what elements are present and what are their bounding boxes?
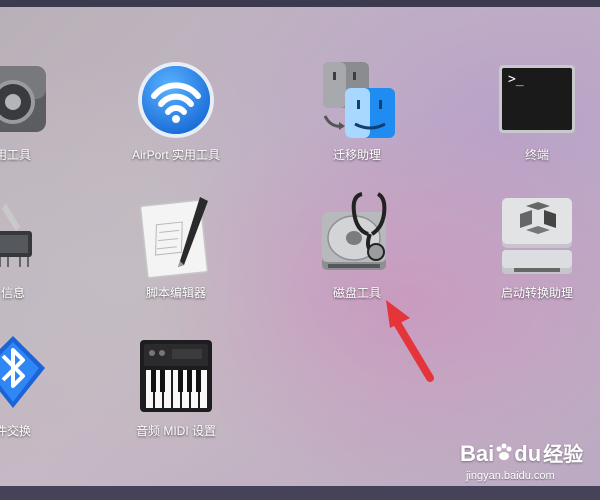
- app-script-editor[interactable]: 脚本编辑器: [111, 195, 241, 305]
- app-terminal[interactable]: >_ 终端: [472, 60, 600, 170]
- app-boot-camp-assistant[interactable]: 启动转换助理: [472, 190, 600, 300]
- red-arrow-icon: [380, 296, 440, 386]
- audio-midi-setup-icon: [138, 338, 214, 419]
- app-airport-utility[interactable]: AirPort 实用工具: [111, 60, 241, 170]
- app-disk-utility[interactable]: 磁盘工具: [292, 190, 422, 300]
- terminal-prompt-text: >_: [508, 72, 524, 87]
- utility-tool-icon: [0, 62, 50, 141]
- bluetooth-file-exchange-icon: [0, 332, 53, 417]
- app-label: 件交换: [0, 424, 31, 438]
- watermark-brand: Bai: [460, 441, 495, 466]
- watermark-url: jingyan.baidu.com: [466, 470, 555, 482]
- app-label: 音频 MIDI 设置: [136, 424, 216, 438]
- disk-utility-icon: [312, 190, 402, 285]
- app-system-information[interactable]: 信息: [0, 195, 78, 305]
- app-migration-assistant[interactable]: 迁移助理: [292, 60, 422, 170]
- app-bluetooth-file-exchange[interactable]: 件交换: [0, 332, 78, 442]
- watermark-brand-suffix: du: [514, 441, 542, 466]
- system-information-icon: [0, 197, 50, 276]
- app-label: AirPort 实用工具: [131, 148, 220, 162]
- app-label: 启动转换助理: [500, 286, 573, 300]
- terminal-icon: >_: [498, 64, 576, 139]
- baidu-jingyan-watermark: Bai du 经验: [460, 438, 583, 468]
- top-edge-bar: [0, 0, 600, 7]
- bottom-edge-bar: [0, 486, 600, 500]
- migration-assistant-icon: [317, 60, 397, 145]
- watermark-product: 经验: [543, 444, 584, 466]
- app-label: 脚本编辑器: [145, 286, 206, 300]
- paw-icon: [494, 442, 514, 468]
- app-label: 信息: [0, 286, 25, 300]
- app-label: 终端: [524, 148, 549, 162]
- airport-wifi-icon: [136, 60, 216, 145]
- app-label: 用工具: [0, 148, 31, 162]
- app-utility-tool[interactable]: 用工具: [0, 60, 78, 170]
- boot-camp-assistant-icon: [498, 192, 576, 285]
- app-audio-midi-setup[interactable]: 音频 MIDI 设置: [111, 332, 241, 442]
- script-editor-icon: [136, 195, 216, 284]
- app-label: 迁移助理: [332, 148, 381, 162]
